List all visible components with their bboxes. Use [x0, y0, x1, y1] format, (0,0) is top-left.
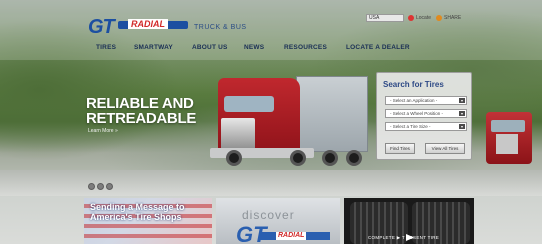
flag-stripe [84, 224, 212, 228]
view-all-tires-button[interactable]: View All Tires [425, 143, 465, 154]
second-truck-grill [496, 134, 518, 154]
nav-item-resources[interactable]: RESOURCES [284, 44, 327, 51]
tire-search-panel: Search for Tires - Select an Application… [376, 72, 472, 160]
wheel-position-select-value: - Select a Wheel Position - [390, 111, 444, 116]
hero-title-line-1: RELIABLE AND [86, 95, 194, 112]
chevron-down-icon: ▾ [459, 111, 465, 116]
application-select[interactable]: - Select an Application - ▾ [385, 96, 467, 105]
nav-item-about-us[interactable]: ABOUT US [192, 44, 228, 51]
application-select-value: - Select an Application - [390, 98, 438, 103]
slider-dot[interactable] [106, 183, 113, 190]
promo-card-tire-shops[interactable]: Sending a Message to America's Tire Shop… [84, 198, 212, 244]
chevron-down-icon: ▾ [459, 124, 465, 129]
page: GT RADIAL TRUCK & BUS USA Locate SHARE T… [0, 0, 542, 244]
top-tools: USA Locate SHARE [366, 14, 466, 24]
nav-item-news[interactable]: NEWS [244, 44, 264, 51]
promo-discover-text: discover [242, 208, 295, 222]
slider-dot[interactable] [88, 183, 95, 190]
promo-card-text: Sending a Message to America's Tire Shop… [90, 202, 185, 222]
promo-video-caption: COMPLETE ▶ T ESSENT TIRE [368, 235, 440, 240]
nav-item-smartway[interactable]: SMARTWAY [134, 44, 173, 51]
hero-title-line-2: RETREADABLE [86, 110, 197, 127]
locate-icon [408, 15, 414, 21]
promo-logo-word: RADIAL [276, 232, 307, 240]
tire-size-select-value: - Select a Tire Size - [390, 124, 431, 129]
find-tires-button[interactable]: Find Tires [385, 143, 415, 154]
truck-wheel [322, 150, 338, 166]
truck-trailer-image [296, 76, 368, 152]
truck-window [224, 96, 274, 112]
chevron-down-icon: ▾ [459, 98, 465, 103]
slider-dot[interactable] [97, 183, 104, 190]
share-icon [436, 15, 442, 21]
truck-grill [221, 118, 255, 150]
flag-stripe [84, 234, 212, 238]
tire-search-title: Search for Tires [383, 80, 444, 89]
truck-wheel [290, 150, 306, 166]
tire-size-select[interactable]: - Select a Tire Size - ▾ [385, 122, 467, 131]
slider-pagination [88, 183, 118, 191]
locate-link[interactable]: Locate [416, 15, 431, 21]
nav-item-tires[interactable]: TIRES [96, 44, 116, 51]
site-header: GT RADIAL TRUCK & BUS USA Locate SHARE T… [0, 0, 542, 60]
gt-radial-logo[interactable]: GT RADIAL TRUCK & BUS [88, 16, 246, 40]
logo-letters: GT [88, 16, 115, 38]
nav-item-locate-a-dealer[interactable]: LOCATE A DEALER [346, 44, 410, 51]
promo-card-video[interactable]: COMPLETE ▶ T ESSENT TIRE [344, 198, 474, 244]
hero-title: RELIABLE AND RETREADABLE [86, 96, 216, 126]
logo-tagline: TRUCK & BUS [194, 24, 247, 31]
main-nav: TIRES SMARTWAY ABOUT US NEWS RESOURCES L… [88, 44, 418, 56]
road-image [0, 170, 542, 196]
region-select[interactable]: USA [366, 14, 404, 22]
promo-logo-letters: GT [236, 222, 267, 244]
hero-learn-more-link[interactable]: Learn More » [88, 128, 118, 134]
wheel-position-select[interactable]: - Select a Wheel Position - ▾ [385, 109, 467, 118]
second-truck-window [491, 120, 525, 132]
logo-word: RADIAL [128, 19, 168, 29]
truck-wheel [346, 150, 362, 166]
promo-card-discover[interactable]: discover GT RADIAL [216, 198, 340, 244]
truck-wheel [226, 150, 242, 166]
share-link[interactable]: SHARE [444, 15, 461, 21]
